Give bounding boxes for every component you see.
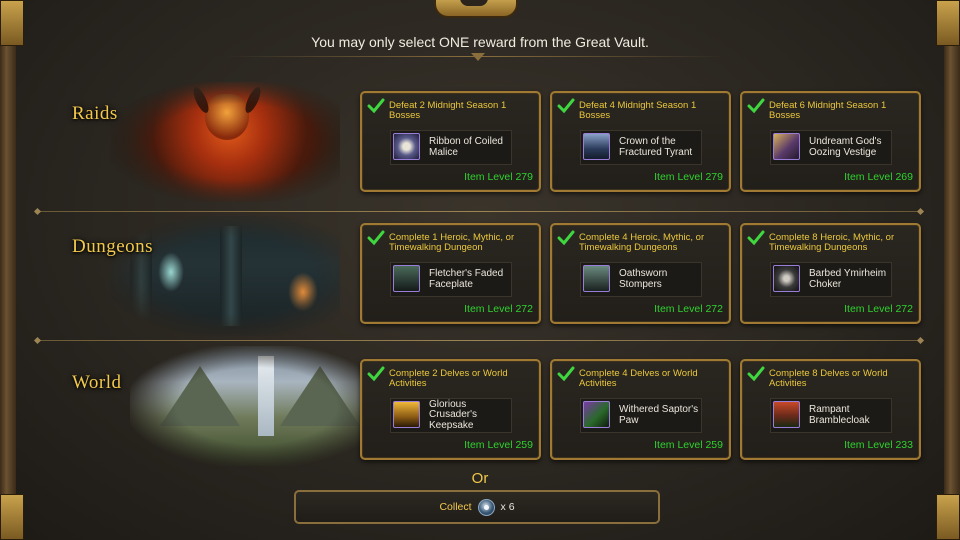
world-artwork (130, 346, 360, 466)
reward-card-dungeon-1[interactable]: Complete 1 Heroic, Mythic, or Timewalkin… (360, 223, 541, 324)
world-mountain-art (280, 366, 360, 426)
category-title-world: World (72, 372, 122, 393)
reward-item-level: Item Level 272 (654, 303, 723, 315)
choker-neck-icon (773, 265, 800, 292)
reward-item-name: Withered Saptor's Paw (619, 404, 699, 426)
reward-item-name: Barbed Ymirheim Choker (809, 268, 887, 290)
reward-card-world-3[interactable]: Complete 8 Delves or World Activities Ra… (740, 359, 921, 460)
reward-item-name: Undreamt God's Oozing Vestige (809, 136, 882, 158)
reward-item[interactable]: Fletcher's Faded Faceplate (390, 262, 512, 297)
collect-button-label: Collect (439, 501, 472, 513)
checkmark-icon (367, 366, 385, 382)
reward-card-world-2[interactable]: Complete 4 Delves or World Activities Wi… (550, 359, 731, 460)
ribbon-ring-icon (393, 133, 420, 160)
bramblecloak-cloak-icon (773, 401, 800, 428)
reward-requirement: Defeat 6 Midnight Season 1 Bosses (769, 100, 887, 121)
dungeon-pillar-art (220, 226, 242, 326)
reward-item[interactable]: Withered Saptor's Paw (580, 398, 702, 433)
frame-right-border (944, 0, 960, 540)
frame-corner-ornament (0, 494, 24, 540)
stompers-boots-icon (583, 265, 610, 292)
reward-item-level: Item Level 259 (464, 439, 533, 451)
row-divider (38, 340, 920, 341)
reward-requirement: Complete 4 Delves or World Activities (579, 368, 698, 389)
reward-item-name: Rampant Bramblecloak (809, 404, 870, 426)
collect-quantity: x 6 (500, 501, 515, 513)
reward-item-level: Item Level 259 (654, 439, 723, 451)
reward-item-name: Fletcher's Faded Faceplate (429, 268, 504, 290)
reward-card-dungeon-2[interactable]: Complete 4 Heroic, Mythic, or Timewalkin… (550, 223, 731, 324)
or-separator-label: Or (471, 470, 489, 487)
reward-requirement: Defeat 4 Midnight Season 1 Bosses (579, 100, 697, 121)
reward-item-level: Item Level 272 (844, 303, 913, 315)
reward-item[interactable]: Barbed Ymirheim Choker (770, 262, 892, 297)
frame-left-border (0, 0, 16, 540)
reward-item[interactable]: Undreamt God's Oozing Vestige (770, 130, 892, 165)
reward-card-world-1[interactable]: Complete 2 Delves or World Activities Gl… (360, 359, 541, 460)
reward-requirement: Complete 2 Delves or World Activities (389, 368, 508, 389)
great-vault-window: You may only select ONE reward from the … (0, 0, 960, 540)
reward-item-level: Item Level 279 (464, 171, 533, 183)
vestige-trinket-icon (773, 133, 800, 160)
paw-trinket-icon (583, 401, 610, 428)
reward-item-level: Item Level 279 (654, 171, 723, 183)
collect-currency-button[interactable]: Collect x 6 (294, 490, 660, 524)
dungeon-fire-art (288, 272, 318, 312)
reward-item[interactable]: Crown of the Fractured Tyrant (580, 130, 702, 165)
reward-requirement: Complete 1 Heroic, Mythic, or Timewalkin… (389, 232, 515, 253)
world-mountain-art (160, 366, 240, 426)
reward-requirement: Complete 8 Delves or World Activities (769, 368, 888, 389)
reward-card-raid-1[interactable]: Defeat 2 Midnight Season 1 Bosses Ribbon… (360, 91, 541, 192)
reward-item-name: Crown of the Fractured Tyrant (619, 136, 693, 158)
vault-crest-ornament (434, 0, 518, 18)
checkmark-icon (557, 230, 575, 246)
reward-item-name: Ribbon of Coiled Malice (429, 136, 503, 158)
reward-card-dungeon-3[interactable]: Complete 8 Heroic, Mythic, or Timewalkin… (740, 223, 921, 324)
checkmark-icon (367, 98, 385, 114)
valorstone-coin-icon (477, 498, 495, 516)
reward-item[interactable]: Rampant Bramblecloak (770, 398, 892, 433)
category-title-dungeons: Dungeons (72, 236, 154, 257)
checkmark-icon (747, 230, 765, 246)
header-divider-notch (471, 53, 485, 61)
faceplate-helm-icon (393, 265, 420, 292)
dungeon-spirit-art (158, 252, 184, 292)
reward-item[interactable]: Oathsworn Stompers (580, 262, 702, 297)
reward-item-name: Oathsworn Stompers (619, 268, 668, 290)
checkmark-icon (557, 98, 575, 114)
category-title-raids: Raids (72, 103, 118, 124)
row-divider (38, 211, 920, 212)
raid-boss-art (205, 94, 249, 140)
reward-card-raid-2[interactable]: Defeat 4 Midnight Season 1 Bosses Crown … (550, 91, 731, 192)
reward-card-raid-3[interactable]: Defeat 6 Midnight Season 1 Bosses Undrea… (740, 91, 921, 192)
checkmark-icon (367, 230, 385, 246)
reward-item-level: Item Level 233 (844, 439, 913, 451)
reward-requirement: Defeat 2 Midnight Season 1 Bosses (389, 100, 507, 121)
reward-item-level: Item Level 269 (844, 171, 913, 183)
frame-corner-ornament (936, 494, 960, 540)
vault-instruction-text: You may only select ONE reward from the … (311, 34, 649, 50)
reward-item-name: Glorious Crusader's Keepsake (429, 398, 478, 431)
keepsake-trinket-icon (393, 401, 420, 428)
reward-item-level: Item Level 272 (464, 303, 533, 315)
raid-boss-horn (242, 85, 264, 115)
reward-item[interactable]: Ribbon of Coiled Malice (390, 130, 512, 165)
checkmark-icon (747, 366, 765, 382)
raids-artwork (110, 82, 340, 202)
checkmark-icon (557, 366, 575, 382)
dungeons-artwork (110, 216, 340, 336)
world-waterfall-art (258, 356, 274, 436)
reward-requirement: Complete 8 Heroic, Mythic, or Timewalkin… (769, 232, 895, 253)
reward-item[interactable]: Glorious Crusader's Keepsake (390, 398, 512, 433)
reward-requirement: Complete 4 Heroic, Mythic, or Timewalkin… (579, 232, 705, 253)
crown-helm-icon (583, 133, 610, 160)
checkmark-icon (747, 98, 765, 114)
